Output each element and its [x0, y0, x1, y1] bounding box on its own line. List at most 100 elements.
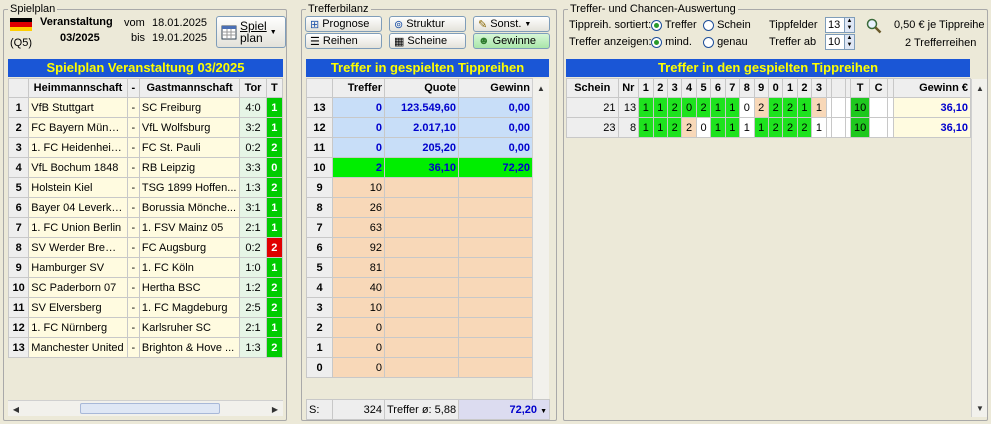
- home-team: SV Werder Bremen: [28, 237, 128, 258]
- tip-cell: 1: [811, 117, 827, 138]
- table-row[interactable]: 2 FC Bayern Münch... - VfL Wolfsburg 3:2 1: [7, 117, 284, 138]
- radio-icon: [703, 19, 714, 31]
- vs-dash: -: [126, 97, 140, 118]
- show-option-mind[interactable]: mind.: [651, 36, 692, 48]
- table-row[interactable]: 7 1. FC Union Berlin -1. FSV Mainz 05 2:1 1: [7, 217, 284, 238]
- spielplan-hscroll-thumb[interactable]: [80, 403, 220, 414]
- tip-cell: 0: [739, 97, 755, 118]
- trefferbilanz-group-title: Trefferbilanz: [306, 3, 371, 15]
- sort-option-treffer[interactable]: Treffer: [651, 19, 697, 31]
- table-row[interactable]: 3 1. FC Heidenheim... - FC St. Pauli 0:2 2: [7, 137, 284, 158]
- table-row[interactable]: 8 26: [306, 197, 533, 218]
- table-row[interactable]: 10: [306, 337, 533, 358]
- prognose-button[interactable]: ⊞ Prognose: [305, 16, 382, 32]
- away-team: TSG 1899 Hoffen...: [138, 177, 241, 198]
- table-row[interactable]: 1 VfB Stuttgart - SC Freiburg 4:0 1: [7, 97, 284, 118]
- quote-value: [384, 297, 459, 318]
- scroll-up-icon[interactable]: ▲: [534, 81, 548, 95]
- tippfelder-spinner[interactable]: 13 ▲ ▼: [825, 17, 855, 33]
- spin-arrows-icon[interactable]: ▲ ▼: [844, 18, 854, 32]
- treffer-ab-spinner[interactable]: 10 ▲ ▼: [825, 34, 855, 50]
- scroll-left-icon[interactable]: ◀: [9, 402, 23, 416]
- quote-value: 36,10: [384, 157, 459, 178]
- table-row[interactable]: 4 VfL Bochum 1848- RB Leipzig 3:3 0: [7, 157, 284, 178]
- struktur-button[interactable]: ⊚ Struktur: [389, 16, 466, 32]
- row-number: 2: [7, 117, 30, 138]
- table-row[interactable]: 13 0 123.549,60 0,00: [306, 97, 533, 118]
- spielplan-hscrollbar[interactable]: ◀ ▶: [8, 400, 283, 416]
- home-team: 1. FC Nürnberg: [28, 317, 128, 338]
- tip-cell: 1: [710, 117, 726, 138]
- table-row[interactable]: 5 Holstein Kiel - TSG 1899 Hoffen... 1:3 2: [7, 177, 284, 198]
- table-row[interactable]: 12 0 2.017,10 0,00: [306, 117, 533, 138]
- score: 1:3: [239, 337, 267, 358]
- tip-cell: 2: [767, 117, 784, 138]
- reihen-button[interactable]: ☰ Reihen: [305, 33, 382, 49]
- sonst-button[interactable]: ✎ Sonst. ▼: [473, 16, 550, 32]
- tip-result: 2: [265, 337, 284, 358]
- col-treffer: Treffer: [332, 78, 385, 98]
- tip-cell: 2: [782, 97, 798, 118]
- auswertung-vscrollbar[interactable]: ▲ ▼: [971, 79, 987, 417]
- gewinn-value: 72,20: [458, 157, 533, 178]
- spin-arrows-icon[interactable]: ▲ ▼: [844, 35, 854, 49]
- scroll-right-icon[interactable]: ▶: [268, 402, 282, 416]
- table-row[interactable]: 20: [306, 317, 533, 338]
- score: 1:3: [239, 177, 267, 198]
- magnifier-icon[interactable]: [866, 18, 882, 34]
- table-row[interactable]: 9 10: [306, 177, 533, 198]
- table-row[interactable]: 10 2 36,10 72,20: [306, 157, 533, 178]
- tip-cell: 2: [695, 97, 712, 118]
- table-row[interactable]: 3 10: [306, 297, 533, 318]
- show-option-genau[interactable]: genau: [703, 36, 748, 48]
- tip-result: 2: [265, 137, 284, 158]
- vs-dash: -: [126, 117, 140, 138]
- vs-dash: -: [126, 337, 140, 358]
- gewinn-value: [458, 317, 533, 338]
- away-team: 1. FSV Mainz 05: [138, 217, 241, 238]
- col-game: 7: [724, 78, 741, 98]
- sort-option-schein[interactable]: Schein: [703, 19, 751, 31]
- treffer-class: 7: [306, 217, 333, 238]
- treffer-count: 92: [332, 237, 385, 258]
- table-row[interactable]: 12 1. FC Nürnberg - Karlsruher SC 2:1 1: [7, 317, 284, 338]
- vs-dash: -: [126, 297, 140, 318]
- table-row[interactable]: 4 40: [306, 277, 533, 298]
- scheine-button[interactable]: ▦ Scheine: [389, 33, 466, 49]
- scroll-up-icon[interactable]: ▲: [973, 81, 987, 95]
- table-row[interactable]: 11 SV Elversberg -1. FC Magdeburg 2:5 2: [7, 297, 284, 318]
- row-number: 10: [7, 277, 30, 298]
- table-row[interactable]: 6 92: [306, 237, 533, 258]
- veranstaltung-label: Veranstaltung: [40, 16, 113, 28]
- table-row[interactable]: 11 0 205,20 0,00: [306, 137, 533, 158]
- table-row[interactable]: 13 Manchester United - Brighton & Hove ... 1…: [7, 337, 284, 358]
- scheine-icon: ▦: [394, 35, 405, 48]
- quote-value: 2.017,10: [384, 117, 459, 138]
- table-row[interactable]: 21 13 1 1 2 0 2 1 1 0 2 2 2 1 1 10 36,10: [566, 97, 972, 118]
- treffer-count: 40: [332, 277, 385, 298]
- row-nr: 8: [617, 117, 640, 138]
- gewinne-button[interactable]: ☻ Gewinne: [473, 33, 550, 49]
- spielplan-button[interactable]: Spiel plan ▼: [216, 16, 286, 48]
- table-row[interactable]: 8 SV Werder Bremen - FC Augsburg 0:2 2: [7, 237, 284, 258]
- treffer-count: 0: [332, 337, 385, 358]
- scroll-down-icon[interactable]: ▼: [973, 401, 987, 415]
- table-row[interactable]: 9 Hamburger SV -1. FC Köln 1:0 1: [7, 257, 284, 278]
- table-row[interactable]: 7 63: [306, 217, 533, 238]
- quote-value: 205,20: [384, 137, 459, 158]
- score: 1:2: [239, 277, 267, 298]
- table-row[interactable]: 23 8 1 1 2 2 0 1 1 1 1 2 2 2 1 10 36,10: [566, 117, 972, 138]
- table-row[interactable]: 5 81: [306, 257, 533, 278]
- treffer-count: 26: [332, 197, 385, 218]
- away-team: RB Leipzig: [138, 157, 241, 178]
- away-team: Karlsruher SC: [138, 317, 241, 338]
- table-row[interactable]: 6 Bayer 04 Leverku... - Borussia Mönche... 3…: [7, 197, 284, 218]
- bilanz-vscrollbar[interactable]: ▲: [532, 79, 549, 399]
- gewinn-value: 0,00: [458, 97, 533, 118]
- table-row[interactable]: 10 SC Paderborn 07- Hertha BSC 1:2 2: [7, 277, 284, 298]
- count-text: 2 Trefferreihen: [905, 37, 977, 49]
- tip-cell: 1: [724, 117, 741, 138]
- reihen-icon: ☰: [310, 35, 320, 48]
- home-team: Manchester United: [28, 337, 128, 358]
- table-row[interactable]: 00: [306, 357, 533, 378]
